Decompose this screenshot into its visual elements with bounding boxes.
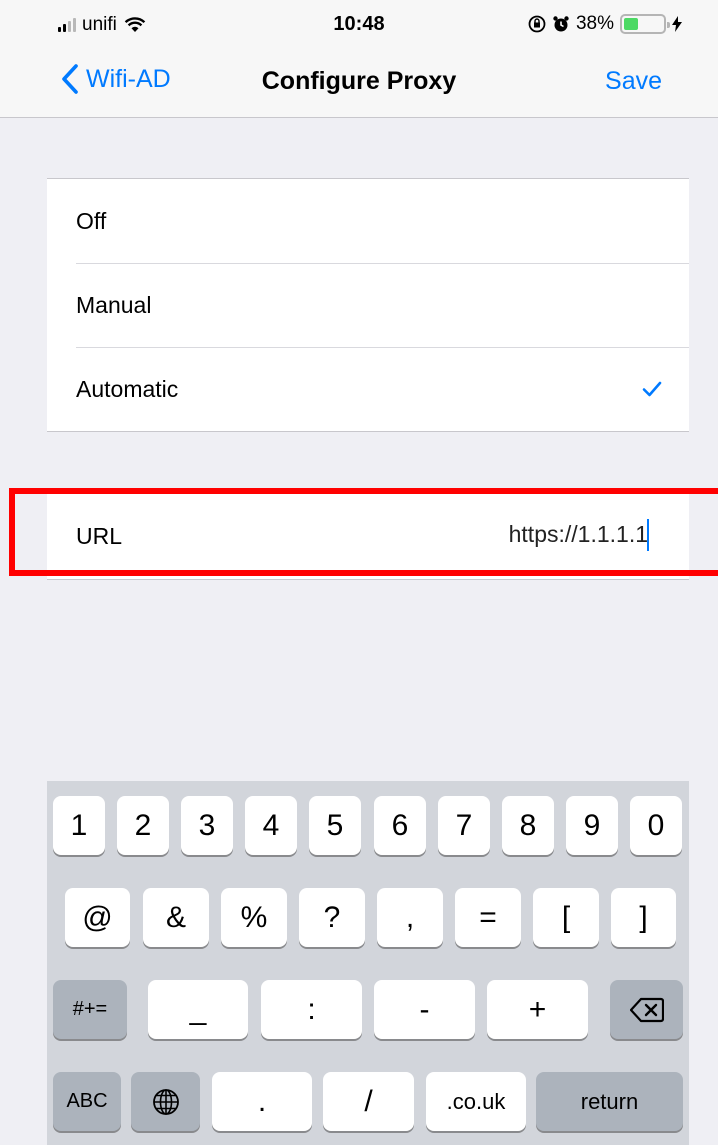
url-row[interactable]: URL https://1.1.1.1 — [47, 493, 689, 579]
battery-icon — [620, 14, 670, 34]
key-question[interactable]: ? — [299, 888, 365, 947]
key-right-bracket[interactable]: ] — [611, 888, 676, 947]
status-right: 38% — [528, 13, 682, 35]
return-key[interactable]: return — [536, 1072, 683, 1131]
key-2[interactable]: 2 — [117, 796, 169, 855]
key-left-bracket[interactable]: [ — [533, 888, 599, 947]
keyboard: 1 2 3 4 5 6 7 8 9 0 @ & % ? , = [ ] #+= … — [47, 781, 689, 1145]
key-4[interactable]: 4 — [245, 796, 297, 855]
globe-key[interactable] — [131, 1072, 200, 1131]
option-label: Automatic — [76, 375, 179, 402]
orientation-lock-icon — [528, 15, 546, 33]
key-underscore[interactable]: _ — [148, 980, 248, 1039]
key-period[interactable]: . — [212, 1072, 312, 1131]
delete-icon — [629, 997, 664, 1022]
option-off[interactable]: Off — [47, 179, 689, 263]
back-button[interactable]: Wifi-AD — [60, 64, 171, 94]
option-automatic[interactable]: Automatic — [47, 347, 689, 431]
key-equals[interactable]: = — [455, 888, 521, 947]
url-label: URL — [76, 522, 123, 549]
key-ampersand[interactable]: & — [143, 888, 209, 947]
text-cursor — [647, 519, 649, 551]
battery-percent: 38% — [575, 13, 614, 34]
key-3[interactable]: 3 — [181, 796, 233, 855]
key-plus[interactable]: + — [487, 980, 588, 1039]
back-label: Wifi-AD — [86, 64, 171, 93]
status-bar: unifi 10:48 38% — [0, 0, 718, 50]
url-group: URL https://1.1.1.1 — [47, 492, 689, 580]
option-label: Manual — [76, 291, 152, 318]
alarm-icon — [553, 16, 569, 32]
key-co-uk[interactable]: .co.uk — [426, 1072, 526, 1131]
abc-key[interactable]: ABC — [53, 1072, 121, 1131]
key-slash[interactable]: / — [323, 1072, 414, 1131]
key-9[interactable]: 9 — [566, 796, 618, 855]
charging-icon — [672, 16, 682, 32]
save-button[interactable]: Save — [605, 67, 662, 96]
chevron-left-icon — [62, 64, 78, 94]
key-0[interactable]: 0 — [630, 796, 682, 855]
battery-fill — [624, 18, 639, 30]
key-hyphen[interactable]: - — [374, 980, 475, 1039]
checkmark-icon — [642, 381, 662, 397]
key-8[interactable]: 8 — [502, 796, 554, 855]
key-comma[interactable]: , — [377, 888, 443, 947]
delete-key[interactable] — [610, 980, 683, 1039]
key-6[interactable]: 6 — [374, 796, 426, 855]
key-at[interactable]: @ — [65, 888, 130, 947]
option-manual[interactable]: Manual — [47, 263, 689, 347]
key-1[interactable]: 1 — [53, 796, 105, 855]
navigation-bar: Wifi-AD Configure Proxy Save — [0, 50, 718, 118]
key-colon[interactable]: : — [261, 980, 362, 1039]
proxy-options-list: Off Manual Automatic — [47, 178, 689, 432]
key-5[interactable]: 5 — [309, 796, 361, 855]
option-label: Off — [76, 207, 107, 234]
url-input[interactable]: https://1.1.1.1 — [509, 521, 648, 548]
key-7[interactable]: 7 — [438, 796, 490, 855]
symbols-key[interactable]: #+= — [53, 980, 127, 1039]
key-percent[interactable]: % — [221, 888, 287, 947]
globe-icon — [152, 1088, 179, 1115]
